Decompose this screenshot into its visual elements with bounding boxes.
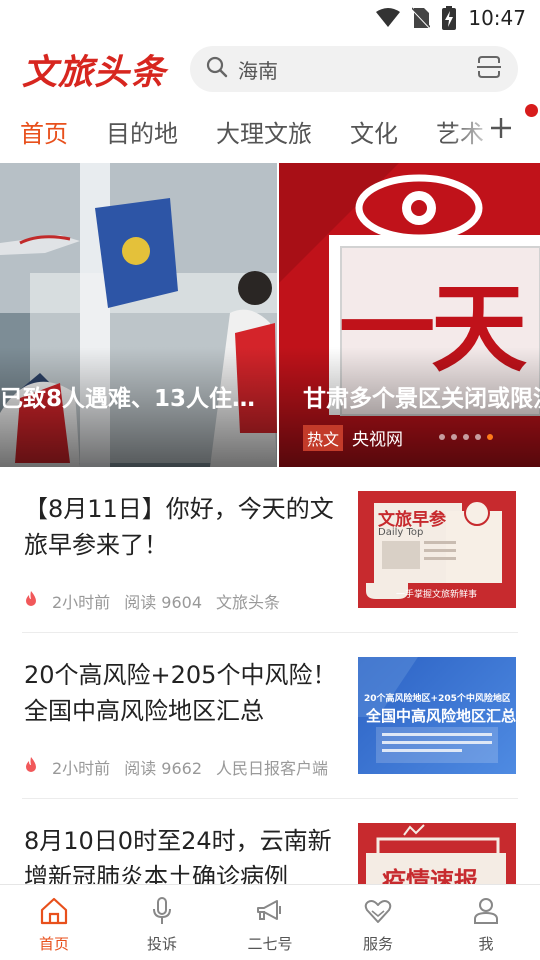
- banner-slide-2[interactable]: 一天 甘肃多个景区关闭或限流 热文 央视网: [279, 163, 540, 467]
- banner-slide-1[interactable]: 已致8人遇难、13人住…: [0, 163, 277, 467]
- tab-dali-tourism[interactable]: 大理文旅: [216, 114, 312, 149]
- banner-source: 央视网: [352, 430, 403, 450]
- thumbnail-subtitle: Daily Top: [378, 527, 424, 538]
- news-title[interactable]: 20个高风险+205个中风险！全国中高风险地区汇总: [24, 657, 338, 729]
- banner-title: 甘肃多个景区关闭或限流: [303, 386, 540, 412]
- app-screen: 10:47 文旅头条 海南 首页 目的地 大理文旅 文化 艺术: [0, 0, 540, 960]
- carousel-indicator: [439, 434, 493, 440]
- notification-dot: [525, 104, 538, 117]
- carousel-dot: [475, 434, 481, 440]
- nav-erqihao[interactable]: 二七号: [216, 885, 324, 960]
- news-item[interactable]: 20个高风险+205个中风险！全国中高风险地区汇总 2小时前 阅读 9662 人…: [22, 633, 518, 799]
- app-header: 文旅头条 海南: [0, 36, 540, 102]
- thumbnail-caption: 一手掌握文旅新鲜事: [396, 590, 478, 600]
- thumbnail-line-1: 20个高风险地区+205个中风险地区！: [364, 694, 510, 704]
- hot-flame-icon: [24, 757, 38, 777]
- home-icon: [39, 897, 69, 929]
- nav-label: 我: [478, 935, 494, 953]
- news-time: 2小时前: [52, 759, 111, 778]
- news-thumbnail[interactable]: 20个高风险地区+205个中风险地区！ 全国中高风险地区汇总: [358, 657, 516, 774]
- news-source: 文旅头条: [216, 593, 281, 612]
- status-bar: 10:47: [0, 0, 540, 36]
- heart-hands-icon: [363, 897, 393, 929]
- status-time: 10:47: [468, 6, 526, 30]
- news-thumbnail[interactable]: 文旅早参 Daily Top 一手掌握文旅新鲜事: [358, 491, 516, 608]
- thumbnail-line-2: 全国中高风险地区汇总: [366, 707, 516, 725]
- news-source: 人民日报客户端: [216, 759, 328, 778]
- news-reads: 阅读 9604: [124, 593, 202, 612]
- tab-culture[interactable]: 文化: [350, 114, 398, 149]
- app-logo: 文旅头条: [22, 52, 167, 93]
- nav-label: 服务: [362, 935, 393, 953]
- tab-destination[interactable]: 目的地: [106, 114, 178, 149]
- scan-icon[interactable]: [476, 54, 502, 84]
- search-bar[interactable]: 海南: [190, 46, 518, 92]
- add-channel-icon[interactable]: [488, 115, 514, 145]
- hot-flame-icon: [24, 591, 38, 611]
- carousel-dot: [451, 434, 457, 440]
- nav-label: 首页: [38, 935, 69, 953]
- nav-me[interactable]: 我: [432, 885, 540, 960]
- nav-home[interactable]: 首页: [0, 885, 108, 960]
- hot-tag: 热文: [303, 425, 344, 451]
- news-meta: 2小时前 阅读 9662 人民日报客户端: [24, 755, 328, 779]
- no-sim-icon: [412, 7, 431, 29]
- search-icon: [206, 56, 228, 82]
- news-time: 2小时前: [52, 593, 111, 612]
- nav-label: 二七号: [247, 935, 293, 953]
- tab-home[interactable]: 首页: [20, 114, 68, 149]
- banner-title: 已致8人遇难、13人住…: [0, 386, 256, 412]
- megaphone-icon: [255, 897, 285, 929]
- news-item[interactable]: 【8月11日】你好，今天的文旅早参来了！ 2小时前 阅读 9604 文旅头条 文…: [22, 467, 518, 633]
- search-input[interactable]: 海南: [238, 55, 466, 84]
- bottom-nav: 首页 投诉 二七号 服务 我: [0, 884, 540, 960]
- nav-complaint[interactable]: 投诉: [108, 885, 216, 960]
- news-reads: 阅读 9662: [124, 759, 202, 778]
- nav-service[interactable]: 服务: [324, 885, 432, 960]
- carousel-dot: [463, 434, 469, 440]
- carousel-dot: [439, 434, 445, 440]
- nav-label: 投诉: [146, 935, 177, 953]
- banner-carousel[interactable]: 已致8人遇难、13人住… 一天 甘肃多个景区关闭或限流 热文 央视网: [0, 163, 540, 467]
- wifi-icon: [376, 8, 401, 28]
- news-meta: 2小时前 阅读 9604 文旅头条: [24, 589, 280, 613]
- person-icon: [471, 897, 501, 929]
- carousel-dot-active: [487, 434, 493, 440]
- channel-tabs: 首页 目的地 大理文旅 文化 艺术: [0, 102, 540, 160]
- news-title[interactable]: 【8月11日】你好，今天的文旅早参来了！: [24, 491, 338, 563]
- microphone-icon: [147, 897, 177, 929]
- battery-charging-icon: [442, 6, 457, 30]
